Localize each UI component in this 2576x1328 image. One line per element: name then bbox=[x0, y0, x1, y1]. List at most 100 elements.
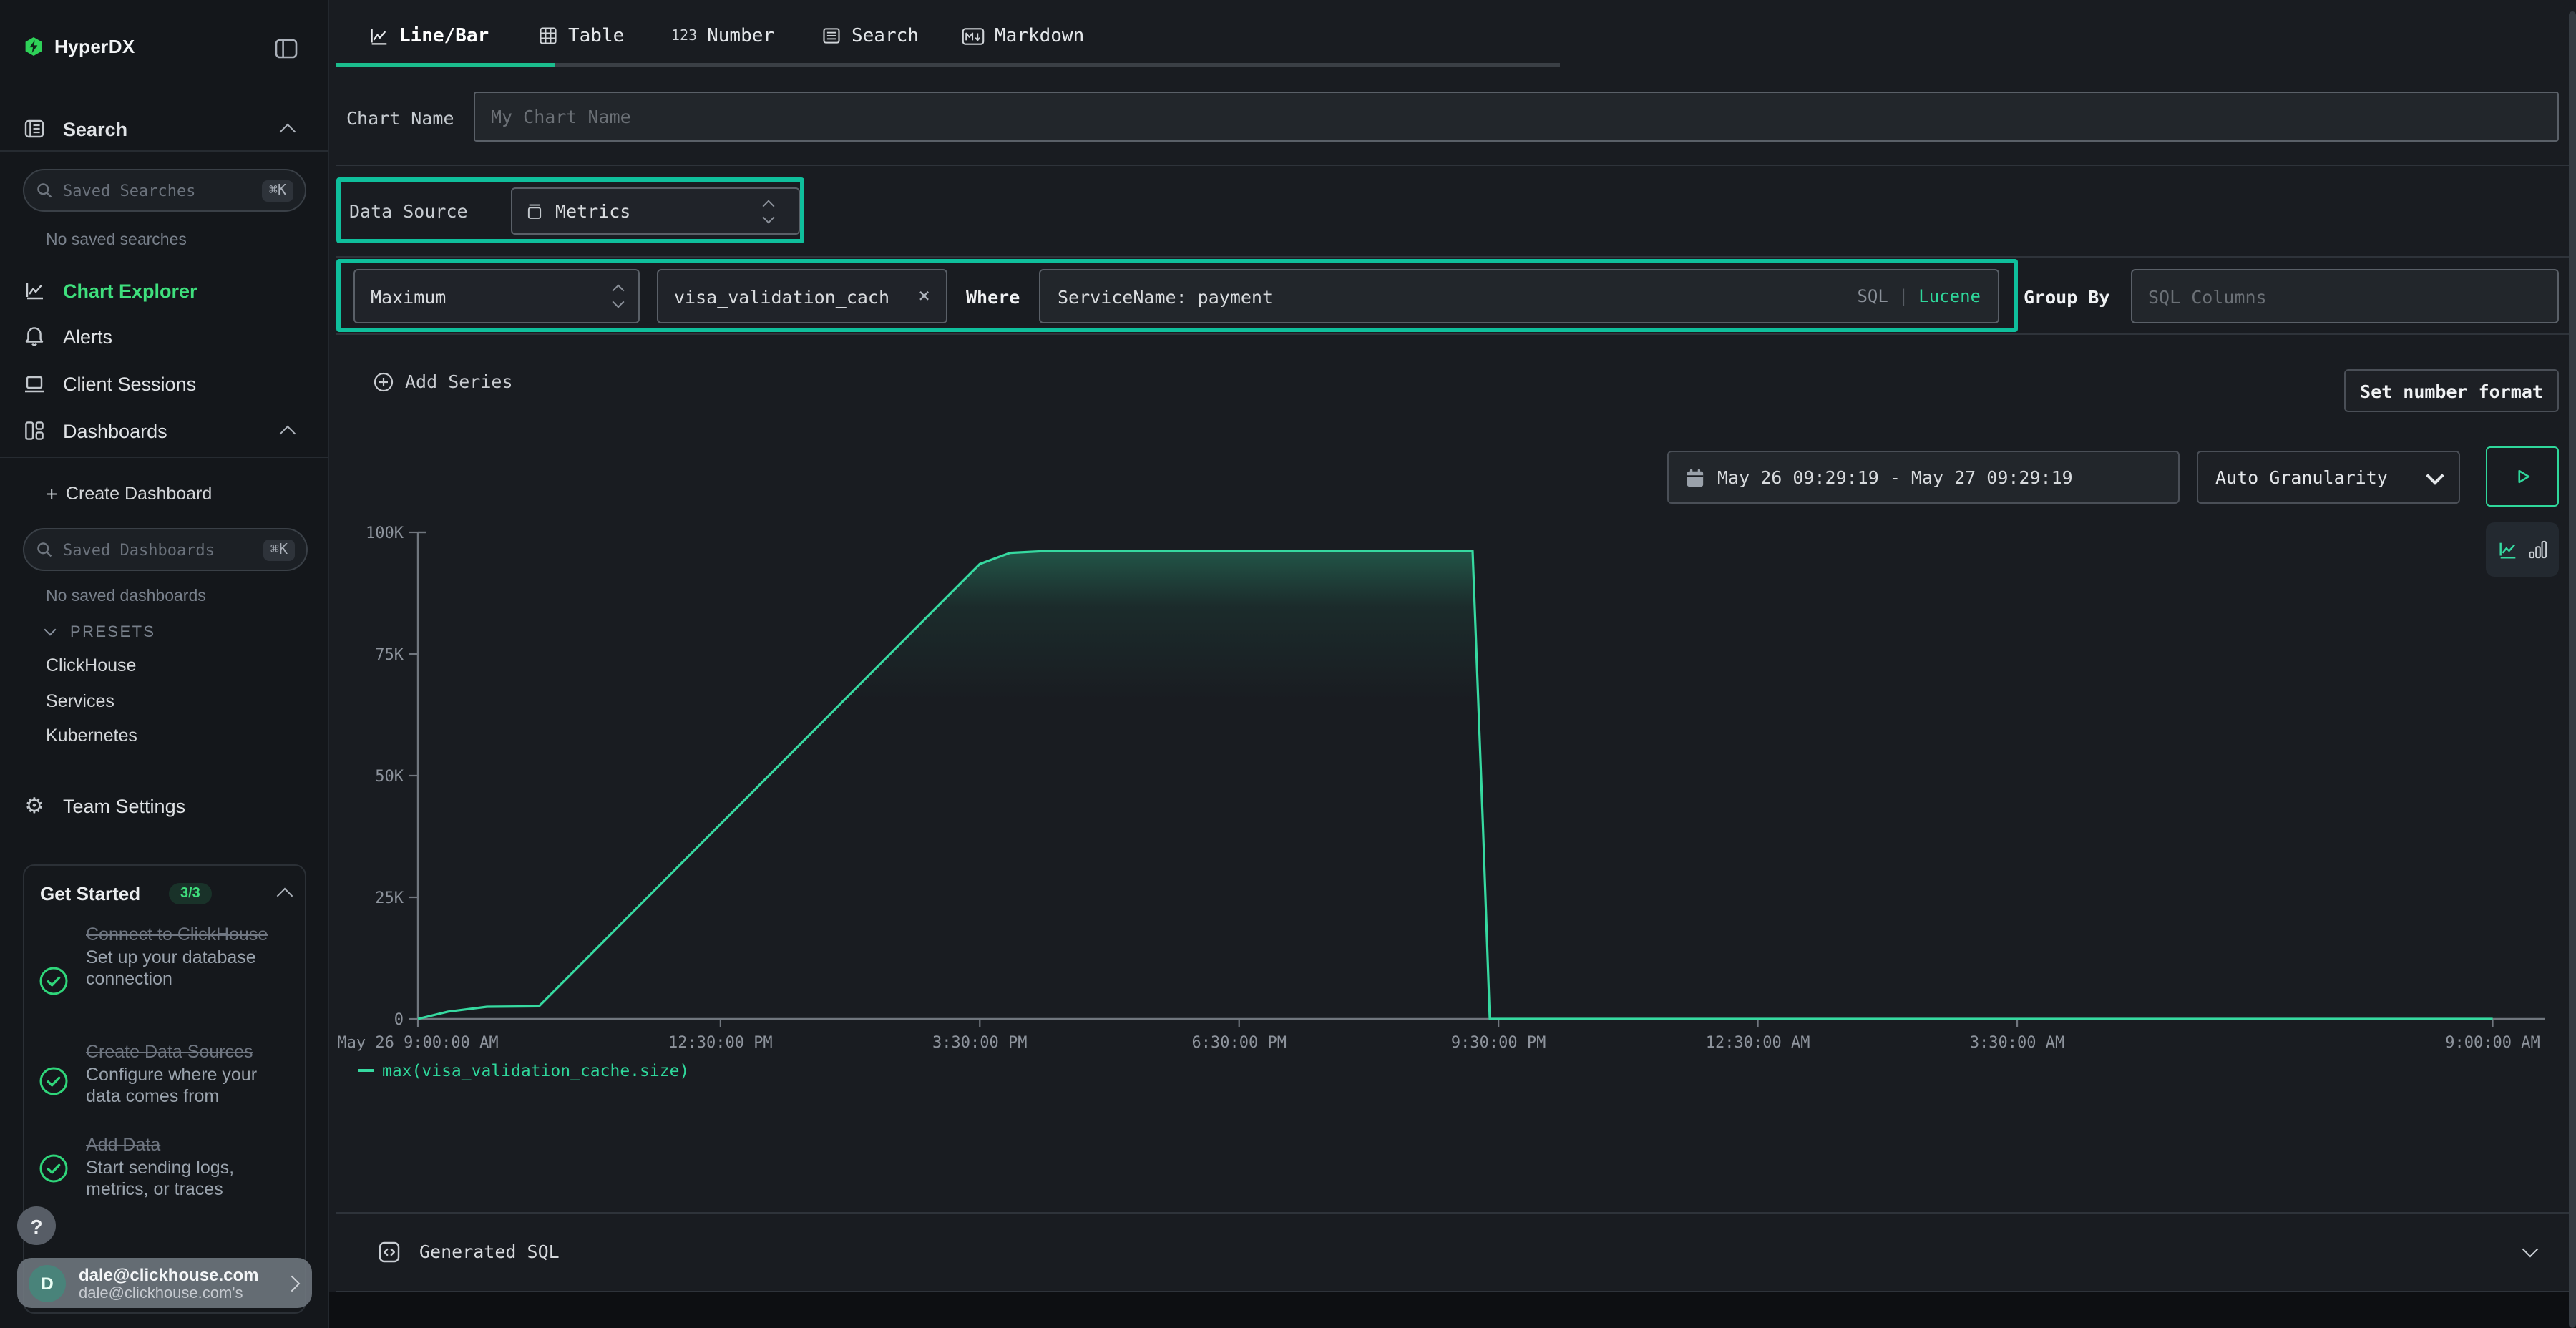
search-icon bbox=[36, 182, 53, 199]
sidebar-item-chart-explorer-label: Chart Explorer bbox=[63, 280, 197, 301]
main-content: Line/Bar Table 123 Number Search Markdow… bbox=[329, 0, 2576, 1328]
create-dashboard-button[interactable]: + Create Dashboard bbox=[0, 472, 328, 515]
timeseries-chart[interactable]: 025K50K75K100KMay 26 9:00:00 AM12:30:00 … bbox=[329, 487, 2576, 1059]
date-range-value: May 26 09:29:19 - May 27 09:29:19 bbox=[1717, 467, 2073, 488]
svg-text:3:30:00 PM: 3:30:00 PM bbox=[932, 1034, 1027, 1052]
generated-sql-toggle[interactable]: Generated SQL bbox=[329, 1212, 2576, 1291]
tab-label: Search bbox=[852, 25, 919, 47]
saved-searches-input[interactable]: Saved Searches ⌘K bbox=[23, 169, 306, 212]
step-title: Add Data bbox=[86, 1133, 292, 1157]
sidebar: HyperDX Search Saved Searches ⌘K No save… bbox=[0, 0, 329, 1328]
search-section-icon bbox=[23, 117, 46, 140]
no-saved-dashboards-note: No saved dashboards bbox=[46, 588, 206, 605]
sidebar-divider bbox=[0, 150, 328, 152]
help-button[interactable]: ? bbox=[17, 1206, 56, 1245]
svg-text:100K: 100K bbox=[366, 524, 404, 542]
check-circle-icon bbox=[39, 1066, 69, 1096]
sidebar-section-search[interactable]: Search bbox=[0, 107, 328, 150]
add-series-button[interactable]: Add Series bbox=[374, 371, 513, 392]
set-number-format-button[interactable]: Set number format bbox=[2344, 369, 2559, 412]
step-subtitle: Start sending logs, metrics, or traces bbox=[86, 1157, 292, 1201]
chart-explorer-icon bbox=[23, 279, 46, 302]
123-icon: 123 bbox=[671, 28, 697, 44]
sidebar-item-dashboards-label: Dashboards bbox=[63, 420, 167, 441]
laptop-icon bbox=[23, 372, 46, 395]
chevron-up-icon bbox=[280, 426, 296, 442]
shortcut-badge: ⌘K bbox=[263, 539, 295, 560]
page-background bbox=[329, 1292, 2576, 1328]
tab-table[interactable]: Table bbox=[538, 17, 624, 54]
where-label: Where bbox=[966, 286, 1020, 308]
play-icon bbox=[2512, 467, 2532, 487]
metric-field-tag[interactable]: visa_validation_cach × bbox=[657, 269, 947, 323]
sidebar-item-client-sessions-label: Client Sessions bbox=[63, 373, 196, 394]
svg-text:25K: 25K bbox=[375, 889, 404, 907]
preset-services[interactable]: Services bbox=[46, 691, 114, 711]
vertical-scrollbar[interactable] bbox=[2569, 11, 2576, 1328]
no-saved-searches-note: No saved searches bbox=[46, 232, 187, 249]
get-started-item[interactable]: Connect to ClickHouse Set up your databa… bbox=[86, 923, 292, 991]
svg-text:50K: 50K bbox=[375, 768, 404, 786]
chart-name-placeholder: My Chart Name bbox=[491, 106, 631, 127]
team-settings-label: Team Settings bbox=[63, 795, 185, 816]
chevron-up-icon[interactable] bbox=[277, 888, 293, 904]
svg-text:12:30:00 PM: 12:30:00 PM bbox=[668, 1034, 773, 1052]
chevron-down-icon bbox=[44, 624, 57, 636]
preset-clickhouse[interactable]: ClickHouse bbox=[46, 655, 136, 675]
tab-line-bar[interactable]: Line/Bar bbox=[368, 17, 489, 54]
sidebar-item-dashboards[interactable]: Dashboards bbox=[0, 409, 328, 452]
aggregation-value: Maximum bbox=[371, 285, 446, 307]
preset-kubernetes[interactable]: Kubernetes bbox=[46, 726, 137, 746]
sidebar-item-alerts[interactable]: Alerts bbox=[0, 315, 328, 358]
svg-text:9:00:00 AM: 9:00:00 AM bbox=[2445, 1034, 2540, 1052]
saved-dashboards-placeholder: Saved Dashboards bbox=[63, 540, 263, 559]
divider bbox=[336, 165, 2569, 166]
aggregation-select[interactable]: Maximum bbox=[353, 269, 640, 323]
group-by-input[interactable]: SQL Columns bbox=[2131, 269, 2559, 323]
sidebar-section-search-label: Search bbox=[63, 118, 127, 140]
user-email: dale@clickhouse.com bbox=[79, 1264, 286, 1284]
tab-number[interactable]: 123 Number bbox=[671, 17, 774, 54]
sidebar-item-chart-explorer[interactable]: Chart Explorer bbox=[0, 269, 328, 312]
calendar-icon bbox=[1686, 467, 1704, 487]
presets-toggle[interactable]: PRESETS bbox=[0, 618, 328, 647]
step-title: Connect to ClickHouse bbox=[86, 923, 292, 947]
chart-type-tabbar: Line/Bar Table 123 Number Search Markdow… bbox=[329, 0, 2576, 72]
app-title[interactable]: HyperDX bbox=[54, 36, 135, 57]
sql-mode-toggle[interactable]: SQL bbox=[1857, 286, 1888, 306]
line-chart-icon bbox=[368, 25, 389, 47]
gear-icon: ⚙ bbox=[23, 794, 46, 817]
presets-label: PRESETS bbox=[70, 624, 156, 641]
avatar-initial: D bbox=[41, 1273, 53, 1293]
table-icon bbox=[538, 26, 558, 46]
hyperdx-logo-icon[interactable] bbox=[24, 37, 43, 56]
svg-text:0: 0 bbox=[394, 1011, 404, 1029]
select-chevrons-icon bbox=[764, 201, 773, 221]
where-input[interactable]: ServiceName: payment SQL | Lucene bbox=[1039, 269, 1999, 323]
active-tab-indicator bbox=[336, 63, 555, 67]
data-source-select[interactable]: Metrics bbox=[511, 187, 800, 235]
get-started-item[interactable]: Add Data Start sending logs, metrics, or… bbox=[86, 1133, 292, 1201]
chart-name-input[interactable]: My Chart Name bbox=[474, 92, 2559, 142]
database-icon bbox=[525, 201, 544, 221]
tab-markdown[interactable]: Markdown bbox=[962, 17, 1084, 54]
mode-separator: | bbox=[1898, 286, 1908, 306]
saved-dashboards-input[interactable]: Saved Dashboards ⌘K bbox=[23, 528, 308, 571]
svg-text:6:30:00 PM: 6:30:00 PM bbox=[1191, 1034, 1286, 1052]
sidebar-item-team-settings[interactable]: ⚙ Team Settings bbox=[0, 784, 328, 827]
close-icon[interactable]: × bbox=[918, 285, 930, 308]
chart-name-label: Chart Name bbox=[346, 107, 454, 129]
bell-icon bbox=[23, 325, 46, 348]
chart-legend: max(visa_validation_cache.size) bbox=[358, 1060, 689, 1080]
tab-search[interactable]: Search bbox=[821, 17, 919, 54]
sidebar-item-client-sessions[interactable]: Client Sessions bbox=[0, 362, 328, 405]
lucene-mode-toggle[interactable]: Lucene bbox=[1918, 286, 1981, 306]
group-by-label: Group By bbox=[2024, 286, 2109, 308]
chevron-down-icon bbox=[2522, 1241, 2539, 1257]
chevron-right-icon bbox=[284, 1275, 301, 1292]
get-started-item[interactable]: Create Data Sources Configure where your… bbox=[86, 1040, 292, 1108]
tab-label: Table bbox=[568, 25, 624, 47]
collapse-sidebar-icon[interactable] bbox=[275, 37, 298, 60]
user-menu[interactable]: D dale@clickhouse.com dale@clickhouse.co… bbox=[17, 1258, 312, 1308]
data-source-value: Metrics bbox=[555, 200, 630, 222]
